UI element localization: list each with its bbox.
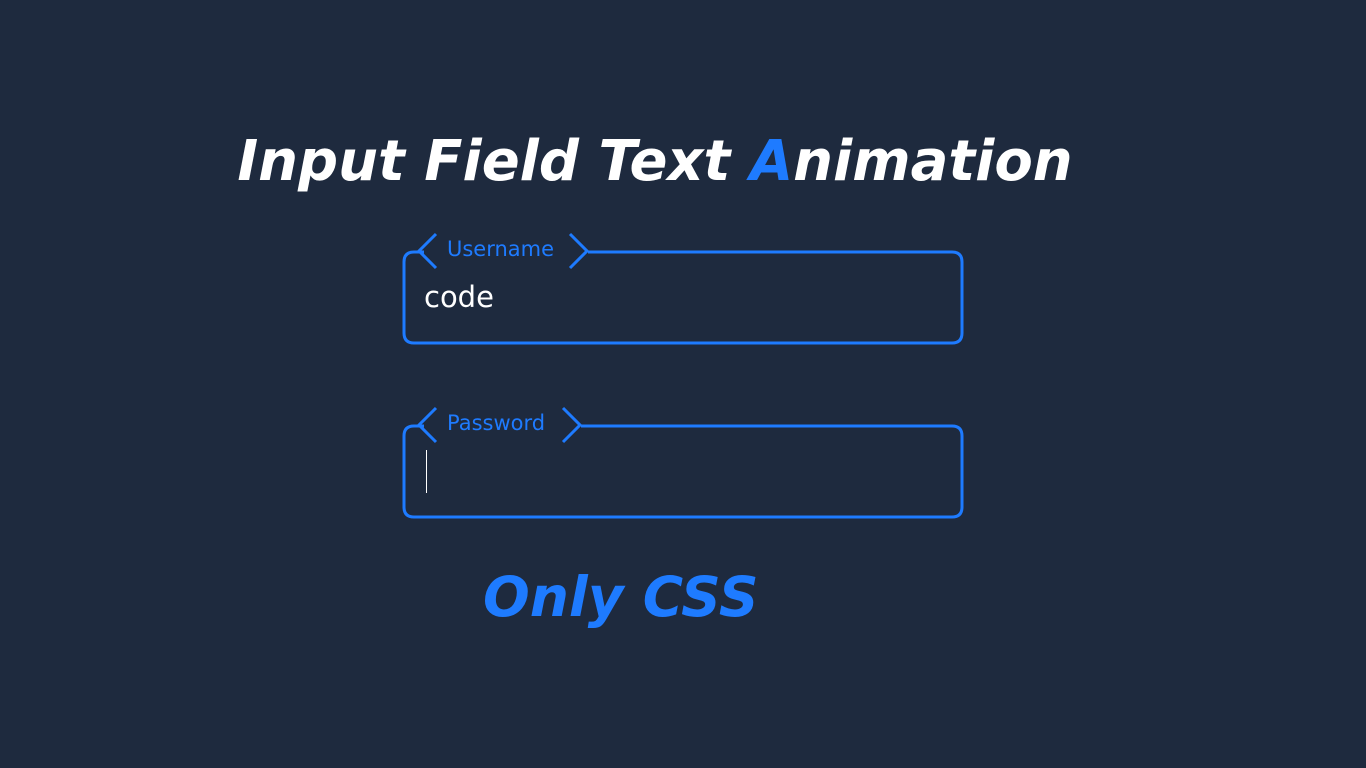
password-field: Password bbox=[402, 406, 964, 519]
text-caret bbox=[426, 450, 427, 493]
page-title: Input Field Text Animation bbox=[0, 122, 1310, 202]
title-text-start: Input Field Text bbox=[237, 129, 750, 194]
username-right-bracket-icon bbox=[568, 232, 590, 270]
title-text-end: nimation bbox=[793, 129, 1073, 194]
password-label: Password bbox=[447, 411, 546, 435]
password-right-bracket-icon bbox=[561, 406, 583, 444]
subtitle: Only CSS bbox=[483, 565, 759, 629]
username-label: Username bbox=[447, 237, 555, 261]
username-field: Username bbox=[402, 232, 964, 345]
title-accent-letter: A bbox=[749, 129, 794, 194]
username-input[interactable] bbox=[424, 275, 924, 319]
page: Input Field Text Animation Username Pass… bbox=[0, 0, 1366, 768]
password-input[interactable] bbox=[424, 449, 924, 493]
